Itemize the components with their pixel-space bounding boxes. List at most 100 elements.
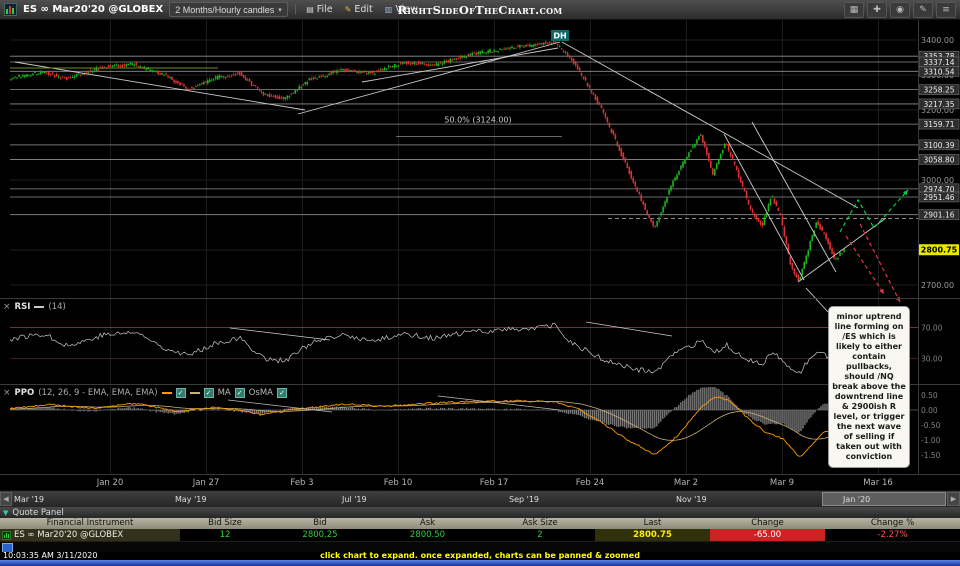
col-ask-size[interactable]: Ask Size: [485, 518, 595, 529]
collapse-icon[interactable]: ▼: [3, 509, 8, 517]
col-last[interactable]: Last: [595, 518, 710, 529]
last-value: 2800.75: [595, 529, 710, 541]
col-change-pct[interactable]: Change %: [825, 518, 960, 529]
change-value: -65.00: [710, 529, 825, 541]
rsi-line-swatch: [34, 306, 45, 308]
last-price-tag: 2800.75: [919, 244, 959, 256]
instrument-name: ES ∞ Mar20'20 @GLOBEX: [14, 530, 124, 540]
ppo-panel-header: × PPO (12, 26, 9 - EMA, EMA, EMA) ✓ ✓ MA…: [3, 388, 287, 398]
svg-text:30.00: 30.00: [921, 355, 943, 364]
signal-line-checkbox[interactable]: ✓: [203, 388, 214, 398]
bottom-blue-strip: [0, 560, 960, 566]
svg-text:0.50: 0.50: [921, 391, 938, 400]
bar: [12, 8, 14, 14]
svg-text:3100.39: 3100.39: [923, 141, 954, 150]
svg-text:3310.54: 3310.54: [923, 67, 954, 76]
quote-panel: ▼ Quote Panel Financial Instrument Bid S…: [0, 507, 960, 553]
timeline-label: Jan '20: [843, 495, 871, 504]
ppo-line-swatch: [161, 392, 172, 394]
timeline-label: Jul '19: [342, 495, 367, 504]
svg-text:2951.46: 2951.46: [923, 193, 954, 202]
osma-checkbox[interactable]: ✓: [277, 388, 287, 398]
symbol-title[interactable]: ES ∞ Mar20'20 @GLOBEX: [23, 4, 163, 15]
col-bid-size[interactable]: Bid Size: [180, 518, 270, 529]
file-icon: ▤: [306, 5, 314, 14]
svg-text:2901.16: 2901.16: [923, 211, 954, 220]
chevron-down-icon: ▾: [278, 6, 282, 14]
svg-text:Mar 9: Mar 9: [770, 478, 794, 488]
bar: [8, 533, 9, 538]
signal-line-swatch: [189, 392, 200, 394]
menu-bar: ES ∞ Mar20'20 @GLOBEX 2 Months/Hourly ca…: [0, 0, 960, 20]
annotation-note[interactable]: minor uptrend line forming on /ES which …: [828, 306, 910, 468]
col-bid[interactable]: Bid: [270, 518, 370, 529]
bar: [9, 6, 11, 14]
timeline-label: Nov '19: [676, 495, 707, 504]
instrument-cell[interactable]: ES ∞ Mar20'20 @GLOBEX: [0, 529, 180, 541]
svg-text:Feb 17: Feb 17: [480, 478, 509, 488]
add-chart-icon[interactable]: ✚: [867, 1, 887, 18]
quote-row[interactable]: ES ∞ Mar20'20 @GLOBEX 12 2800.25 2800.50…: [0, 529, 960, 541]
menu-edit-label: Edit: [354, 4, 373, 15]
ppo-line-checkbox[interactable]: ✓: [175, 388, 186, 398]
quote-panel-titlebar[interactable]: ▼ Quote Panel: [0, 507, 960, 518]
bid-value: 2800.25: [302, 530, 338, 540]
clock: 10:03:35 AM 3/11/2020: [3, 551, 98, 560]
menu-file-label: File: [316, 4, 333, 15]
scroll-left-button[interactable]: ◀: [0, 492, 12, 506]
svg-text:DH: DH: [553, 32, 566, 41]
status-bar: 10:03:35 AM 3/11/2020 click chart to exp…: [0, 552, 960, 560]
edit-icon: ✎: [344, 5, 352, 14]
ppo-params: (12, 26, 9 - EMA, EMA, EMA): [38, 388, 158, 398]
svg-text:70.00: 70.00: [921, 323, 943, 332]
x-axis-labels: Jan 20 Jan 27 Feb 3 Feb 10 Feb 17 Feb 24 Mar 2…: [96, 478, 893, 488]
svg-text:Feb 24: Feb 24: [576, 478, 605, 488]
ppo-label: PPO: [14, 388, 35, 398]
col-ask[interactable]: Ask: [370, 518, 485, 529]
svg-text:0.00: 0.00: [921, 406, 938, 415]
menu-icon[interactable]: ≡: [936, 1, 956, 18]
quote-table-header: Financial Instrument Bid Size Bid Ask As…: [0, 518, 960, 529]
timeframe-label: 2 Months/Hourly candles: [175, 4, 275, 15]
osma-label: OsMA: [248, 388, 273, 398]
svg-text:Mar 2: Mar 2: [674, 478, 698, 488]
col-change[interactable]: Change: [710, 518, 825, 529]
price-chart-svg[interactable]: 3400.003300.003200.003100.003000.002900.…: [0, 20, 960, 490]
col-financial-instrument[interactable]: Financial Instrument: [0, 518, 180, 529]
ma-checkbox[interactable]: ✓: [234, 388, 245, 398]
close-ppo-icon[interactable]: ×: [3, 388, 11, 398]
svg-text:3159.71: 3159.71: [923, 120, 954, 129]
svg-text:3217.35: 3217.35: [923, 100, 954, 109]
timeline-selection[interactable]: [822, 492, 946, 506]
timeline-scrollbar[interactable]: ◀ Mar '19 May '19 Jul '19 Sep '19 Nov '1…: [0, 490, 960, 507]
bar: [6, 532, 7, 538]
rsi-label: RSI: [14, 302, 31, 312]
chart-region: 3400.003300.003200.003100.003000.002900.…: [0, 20, 960, 490]
svg-text:3058.80: 3058.80: [923, 155, 954, 164]
menu-file[interactable]: ▤ File: [303, 4, 335, 15]
svg-text:2800.75: 2800.75: [921, 246, 958, 255]
svg-text:Feb 3: Feb 3: [290, 478, 313, 488]
svg-text:50.0% (3124.00): 50.0% (3124.00): [444, 116, 511, 125]
ma-label: MA: [217, 388, 231, 398]
ask-value: 2800.50: [409, 530, 446, 540]
toolbar-buttons: ▦ ✚ ◉ ✎ ≡: [844, 1, 956, 18]
app-chart-icon: [4, 3, 17, 16]
timeline-label: Sep '19: [509, 495, 539, 504]
svg-text:-1.50: -1.50: [921, 451, 941, 460]
crosshair-icon[interactable]: ◉: [890, 1, 910, 18]
menu-edit[interactable]: ✎ Edit: [342, 4, 376, 15]
timeframe-dropdown[interactable]: 2 Months/Hourly candles ▾: [169, 2, 288, 17]
layout-grid-icon[interactable]: ▦: [844, 1, 864, 18]
separator: |: [293, 4, 298, 15]
svg-text:Jan 27: Jan 27: [192, 478, 220, 488]
svg-text:-0.50: -0.50: [921, 421, 941, 430]
close-rsi-icon[interactable]: ×: [3, 302, 11, 312]
scroll-right-button[interactable]: ▶: [947, 492, 960, 506]
view-icon: ▥: [384, 5, 393, 14]
draw-icon[interactable]: ✎: [913, 1, 933, 18]
quote-panel-title: Quote Panel: [12, 507, 64, 518]
svg-text:2700.00: 2700.00: [921, 281, 954, 290]
bar: [6, 9, 8, 14]
svg-text:Jan 20: Jan 20: [96, 478, 124, 488]
